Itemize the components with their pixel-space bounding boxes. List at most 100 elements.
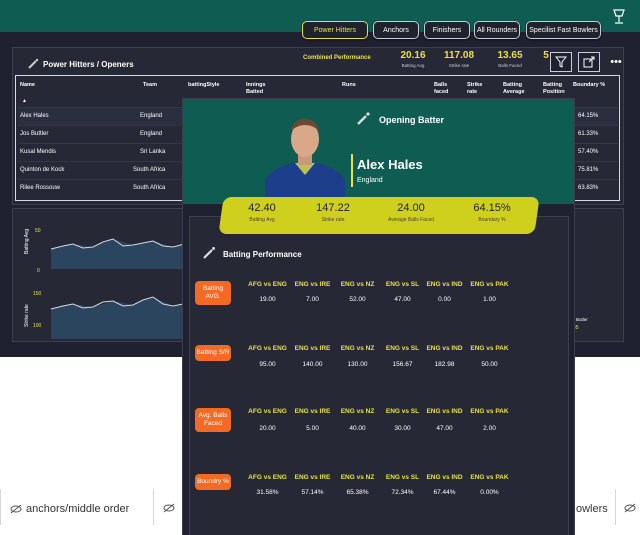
metric-value: 2.00 [483, 425, 496, 432]
right-label: Butler [576, 317, 588, 322]
tab-hidden-page[interactable] [624, 503, 640, 513]
opponent-header: ENG vs NZ [340, 474, 375, 481]
stat-label: Strike rate [321, 217, 345, 223]
metric-value: 156.67 [392, 361, 413, 368]
stat-batting-avg: 42.40 Batting Avg [226, 202, 298, 223]
metric-value: 31.58% [256, 489, 279, 496]
metric-value: 95.00 [259, 361, 276, 368]
tab-bowlers[interactable]: owlers [576, 503, 608, 515]
opponent-header: ENG vs PAK [470, 474, 509, 481]
metric-value: 7.00 [306, 296, 319, 303]
nav-power-hitters-button[interactable]: Power Hitters [302, 21, 368, 39]
tab-divider [153, 489, 154, 525]
opponent-header: ENG vs SL [385, 474, 420, 481]
col-header-boundary[interactable]: Boundary % [573, 82, 605, 89]
metric-value: 50.00 [481, 361, 498, 368]
tab-divider [0, 489, 1, 525]
kpi-label: Batting Avg [401, 63, 425, 68]
player-team: England [357, 177, 383, 184]
nav-fast-bowlers-button[interactable]: Specilist Fast Bowlers [526, 21, 601, 39]
card-title: Opening Batter [379, 115, 445, 125]
kpi-strike-rate: 117.08 Strike rate [439, 50, 479, 68]
tab-divider [615, 489, 616, 525]
metric-badge-avg-balls-faced: Avg. Balls Faced [195, 408, 231, 432]
player-photo [265, 119, 345, 201]
cell-name: Alex Hales [20, 113, 49, 119]
metric-value: 140.00 [302, 361, 323, 368]
cell-boundary: 75.81% [578, 167, 599, 173]
strike-rate-area [51, 297, 188, 339]
opponent-header: AFG vs ENG [248, 474, 287, 481]
nav-label: Finishers [432, 26, 462, 34]
opponent-header: ENG vs IND [426, 474, 463, 481]
focus-mode-icon[interactable] [578, 52, 600, 72]
opponent-header: ENG vs NZ [340, 281, 375, 288]
metric-badge-batting-sr: Batting S/R [195, 345, 231, 361]
opponent-header: ENG vs IRE [294, 281, 331, 288]
metric-value: 65.38% [346, 489, 369, 496]
stat-value: 24.00 [397, 202, 425, 214]
tab-label: owlers [576, 503, 608, 515]
tab-hidden-page[interactable] [163, 503, 179, 513]
cricket-bat-icon [203, 247, 215, 259]
col-header-batting-position[interactable]: Batting Position [543, 82, 571, 96]
col-header-name[interactable]: Name [20, 82, 35, 89]
metric-value: 57.14% [301, 489, 324, 496]
opponent-header: ENG vs SL [385, 281, 420, 288]
tab-anchors-middle-order[interactable]: anchors/middle order [10, 503, 129, 515]
stat-boundary-pct: 64.15% Boundary % [456, 202, 528, 223]
col-header-balls-faced[interactable]: Balls faced [434, 82, 454, 96]
opponent-header: ENG vs IRE [294, 474, 331, 481]
combined-performance-label: Combined Performance [303, 55, 371, 61]
y1-tick: 0 [37, 268, 40, 274]
metric-value: 40.00 [349, 425, 366, 432]
metric-value: 0.00% [480, 489, 499, 496]
batting-performance-panel [189, 216, 569, 535]
t20-world-cup-logo [608, 6, 630, 28]
col-header-runs[interactable]: Runs [342, 82, 356, 89]
cell-team: England [140, 113, 163, 119]
kpi-label: Balls Faced [498, 63, 522, 68]
stat-label: Batting Avg [249, 217, 275, 223]
col-header-team[interactable]: Team [143, 82, 157, 89]
more-options-icon[interactable]: ••• [605, 52, 627, 72]
nav-label: Power Hitters [313, 26, 356, 34]
opponent-header: ENG vs IRE [294, 345, 331, 352]
col-header-strike-rate[interactable]: Strike rate [467, 82, 489, 96]
hidden-eye-icon [163, 503, 175, 513]
opponent-header: ENG vs IND [426, 345, 463, 352]
kpi-batting-avg: 20.16 Batting Avg [393, 50, 433, 68]
nav-label: Specilist Fast Bowlers [529, 26, 598, 34]
nav-all-rounders-button[interactable]: All Rounders [474, 21, 520, 39]
cell-name: Kusal Mendis [20, 149, 57, 155]
metric-badge-boundary: Boundry % [195, 474, 231, 490]
metric-value: 47.00 [394, 296, 411, 303]
cell-boundary: 64.15% [578, 113, 599, 119]
filter-icon[interactable] [550, 52, 572, 72]
metric-value: 5.00 [306, 425, 319, 432]
metric-value: 130.00 [347, 361, 368, 368]
stat-value: 42.40 [248, 202, 276, 214]
col-header-batting-average[interactable]: Batting Average [503, 82, 531, 96]
y2-tick: 100 [33, 323, 42, 329]
opponent-header: ENG vs IND [426, 408, 463, 415]
stat-value: 64.15% [473, 202, 511, 214]
col-header-batting-style[interactable]: battingStyle [188, 82, 219, 89]
opponent-header: AFG vs ENG [248, 345, 287, 352]
metric-value: 20.00 [259, 425, 276, 432]
opponent-header: AFG vs ENG [248, 281, 287, 288]
metric-value: 1.00 [483, 296, 496, 303]
opponent-header: ENG vs SL [385, 408, 420, 415]
player-name: Alex Hales [357, 157, 423, 172]
col-header-innings[interactable]: Innings Batted [246, 82, 274, 96]
stat-label: Average Balls Faced [387, 217, 435, 223]
nav-anchors-button[interactable]: Anchors [373, 21, 419, 39]
cell-name: Jos Buttler [20, 131, 49, 137]
stat-avg-balls-faced: 24.00 Average Balls Faced [375, 202, 447, 223]
nav-finishers-button[interactable]: Finishers [424, 21, 470, 39]
sort-up-icon[interactable]: ▲ [22, 98, 27, 104]
stat-strike-rate: 147.22 Strike rate [297, 202, 369, 223]
hidden-eye-icon [624, 503, 636, 513]
y1-tick: 50 [35, 228, 41, 234]
y2-tick: 150 [33, 291, 42, 297]
